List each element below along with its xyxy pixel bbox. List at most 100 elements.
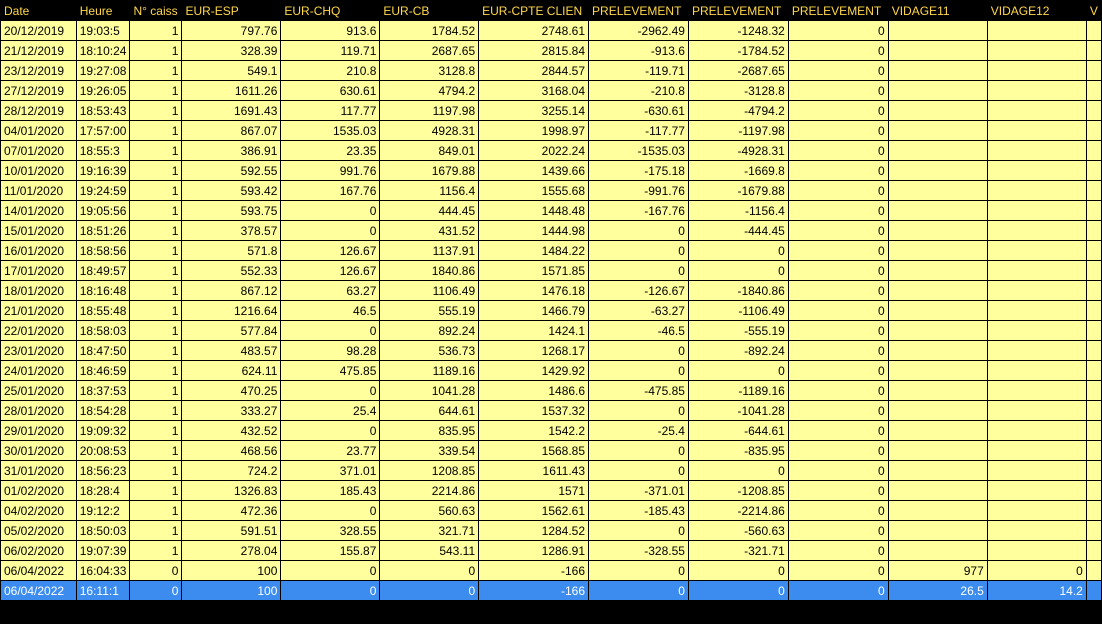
- table-cell[interactable]: 25.4: [280, 400, 381, 421]
- table-cell[interactable]: -1535.03: [588, 140, 689, 161]
- table-cell[interactable]: -46.5: [588, 320, 689, 341]
- table-cell[interactable]: -1784.52: [687, 40, 789, 61]
- table-cell[interactable]: 1137.91: [379, 240, 480, 261]
- table-cell[interactable]: 3128.8: [379, 60, 480, 81]
- table-cell[interactable]: [1085, 160, 1102, 181]
- data-grid[interactable]: Date Heure N° caiss EUR-ESP EUR-CHQ EUR-CB EUR…: [0, 0, 1102, 624]
- table-cell[interactable]: 0: [588, 460, 689, 481]
- table-cell[interactable]: 0: [787, 460, 889, 481]
- table-cell[interactable]: 18:51:26: [75, 220, 131, 241]
- table-row[interactable]: 22/01/2020 18:58:03 1 577.84 0 892.24 1424.1 -4…: [0, 320, 1102, 341]
- table-cell[interactable]: 19:05:56: [75, 200, 131, 221]
- table-cell[interactable]: 0: [280, 220, 381, 241]
- table-cell[interactable]: [986, 480, 1087, 501]
- table-cell[interactable]: -63.27: [588, 300, 689, 321]
- table-cell[interactable]: 371.01: [280, 460, 381, 481]
- table-cell[interactable]: 1197.98: [379, 100, 480, 121]
- table-cell[interactable]: 1: [129, 360, 183, 381]
- table-cell[interactable]: 2815.84: [478, 40, 590, 61]
- table-cell[interactable]: [986, 60, 1087, 81]
- table-row[interactable]: 01/02/2020 18:28:4 1 1326.83 185.43 2214.86 15…: [0, 480, 1102, 501]
- table-cell[interactable]: 11/01/2020: [0, 180, 77, 201]
- table-cell[interactable]: 1: [129, 140, 183, 161]
- table-cell[interactable]: [887, 520, 988, 541]
- table-cell[interactable]: 46.5: [280, 300, 381, 321]
- table-cell[interactable]: 0: [588, 240, 689, 261]
- table-cell[interactable]: [887, 180, 988, 201]
- table-cell[interactable]: [986, 300, 1087, 321]
- column-header[interactable]: PRELEVEMENT: [787, 0, 889, 21]
- table-row[interactable]: 23/12/2019 19:27:08 1 549.1 210.8 3128.8 2844.…: [0, 60, 1102, 81]
- table-cell[interactable]: 26.5: [887, 580, 988, 601]
- table-cell[interactable]: 0: [787, 140, 889, 161]
- table-cell[interactable]: 1: [129, 160, 183, 181]
- table-row[interactable]: 04/02/2020 19:12:2 1 472.36 0 560.63 1562.61 -1…: [0, 500, 1102, 521]
- table-cell[interactable]: 1: [129, 240, 183, 261]
- table-cell[interactable]: -1156.4: [687, 200, 789, 221]
- table-cell[interactable]: 18:49:57: [75, 260, 131, 281]
- table-cell[interactable]: -175.18: [588, 160, 689, 181]
- table-cell[interactable]: 1424.1: [478, 320, 590, 341]
- table-cell[interactable]: 63.27: [280, 280, 381, 301]
- table-cell[interactable]: 28/01/2020: [0, 400, 77, 421]
- table-cell[interactable]: [986, 540, 1087, 561]
- table-cell[interactable]: [1085, 520, 1102, 541]
- table-cell[interactable]: 0: [787, 400, 889, 421]
- table-cell[interactable]: 19:09:32: [75, 420, 131, 441]
- table-cell[interactable]: [887, 240, 988, 261]
- column-header[interactable]: EUR-CB: [379, 0, 480, 21]
- table-cell[interactable]: [986, 200, 1087, 221]
- table-cell[interactable]: [986, 320, 1087, 341]
- table-cell[interactable]: [887, 20, 988, 41]
- table-cell[interactable]: 3168.04: [478, 80, 590, 101]
- table-cell[interactable]: [986, 140, 1087, 161]
- table-cell[interactable]: [1085, 340, 1102, 361]
- table-cell[interactable]: [986, 400, 1087, 421]
- table-cell[interactable]: 2844.57: [478, 60, 590, 81]
- table-cell[interactable]: 1691.43: [181, 100, 282, 121]
- table-cell[interactable]: 23.77: [280, 440, 381, 461]
- table-cell[interactable]: 1: [129, 300, 183, 321]
- table-cell[interactable]: 0: [787, 200, 889, 221]
- table-row[interactable]: 25/01/2020 18:37:53 1 470.25 0 1041.28 1486.6-…: [0, 380, 1102, 401]
- table-cell[interactable]: 126.67: [280, 260, 381, 281]
- table-cell[interactable]: 444.45: [379, 200, 480, 221]
- column-header[interactable]: EUR-CHQ: [280, 0, 381, 21]
- table-cell[interactable]: [1085, 240, 1102, 261]
- table-cell[interactable]: 0: [787, 300, 889, 321]
- table-cell[interactable]: [887, 340, 988, 361]
- table-cell[interactable]: 577.84: [181, 320, 282, 341]
- table-cell[interactable]: 386.91: [181, 140, 282, 161]
- table-cell[interactable]: 19:26:05: [75, 80, 131, 101]
- table-cell[interactable]: 0: [588, 400, 689, 421]
- table-cell[interactable]: 06/02/2020: [0, 540, 77, 561]
- table-cell[interactable]: [887, 220, 988, 241]
- table-cell[interactable]: [887, 420, 988, 441]
- table-cell[interactable]: 2214.86: [379, 480, 480, 501]
- table-cell[interactable]: 1326.83: [181, 480, 282, 501]
- table-cell[interactable]: [986, 180, 1087, 201]
- table-row[interactable]: 29/01/2020 19:09:32 1 432.52 0 835.95 1542.2 -2…: [0, 420, 1102, 441]
- table-cell[interactable]: 20:08:53: [75, 440, 131, 461]
- table-cell[interactable]: [1085, 580, 1102, 601]
- table-cell[interactable]: 17:57:00: [75, 120, 131, 141]
- table-cell[interactable]: 591.51: [181, 520, 282, 541]
- table-row[interactable]: 20/12/2019 19:03:5 1 797.76 913.6 1784.52 2748…: [0, 20, 1102, 41]
- table-cell[interactable]: 0: [687, 260, 789, 281]
- table-cell[interactable]: -210.8: [588, 80, 689, 101]
- table-cell[interactable]: 0: [379, 560, 480, 581]
- table-cell[interactable]: 1562.61: [478, 500, 590, 521]
- table-cell[interactable]: [1085, 100, 1102, 121]
- table-cell[interactable]: 328.55: [280, 520, 381, 541]
- table-cell[interactable]: 1840.86: [379, 260, 480, 281]
- table-cell[interactable]: 126.67: [280, 240, 381, 261]
- table-cell[interactable]: -475.85: [588, 380, 689, 401]
- table-cell[interactable]: 1571: [478, 480, 590, 501]
- table-cell[interactable]: [887, 120, 988, 141]
- table-cell[interactable]: [1085, 380, 1102, 401]
- table-cell[interactable]: -1041.28: [687, 400, 789, 421]
- table-cell[interactable]: 06/04/2022: [0, 580, 77, 601]
- table-cell[interactable]: 0: [787, 580, 889, 601]
- table-cell[interactable]: [986, 360, 1087, 381]
- table-cell[interactable]: -644.61: [687, 420, 789, 441]
